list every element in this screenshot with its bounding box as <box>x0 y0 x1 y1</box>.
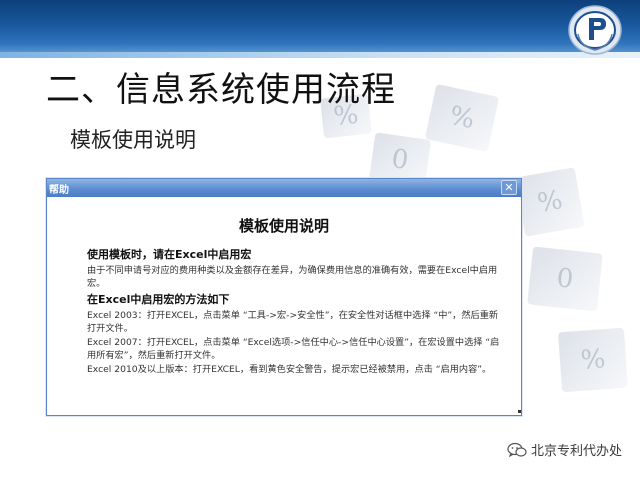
close-button[interactable]: ✕ <box>501 180 517 195</box>
decor-cube: % <box>424 83 500 153</box>
footer-brand: 北京专利代办处 <box>507 440 622 459</box>
decor-cube: % <box>515 167 585 237</box>
decor-cube: % <box>557 327 629 393</box>
header-band <box>0 0 640 58</box>
section-heading: 使用模板时，请在Excel中启用宏 <box>87 248 252 261</box>
section-paragraph: Excel 2010及以上版本：打开EXCEL，看到黄色安全警告，提示宏已经被禁… <box>87 364 492 375</box>
dialog-title: 帮助 <box>49 185 69 196</box>
slide-subtitle: 模板使用说明 <box>70 128 196 152</box>
close-icon: ✕ <box>504 181 514 194</box>
section-paragraph: Excel 2007：打开EXCEL，点击菜单 “Excel选项->信任中心->… <box>87 337 500 361</box>
footer-brand-text: 北京专利代办处 <box>530 444 622 459</box>
dialog-body: 模板使用说明 使用模板时，请在Excel中启用宏 由于不同申请号对应的费用种类以… <box>47 215 521 376</box>
section-heading: 在Excel中启用宏的方法如下 <box>87 293 230 306</box>
slide-title: 二、信息系统使用流程 <box>46 70 396 110</box>
section-paragraph: Excel 2003：打开EXCEL，点击菜单 “工具->宏->安全性”，在安全… <box>87 310 499 334</box>
section-paragraph: 由于不同申请号对应的费用种类以及金额存在差异，为确保费用信息的准确有效，需要在E… <box>87 265 498 289</box>
dialog-heading: 模板使用说明 <box>238 217 329 235</box>
header-stripe <box>0 52 640 58</box>
logo-emblem <box>568 5 622 55</box>
dialog-titlebar: 帮助 ✕ <box>47 179 521 197</box>
decor-cube: 0 <box>527 246 603 312</box>
help-dialog: 帮助 ✕ 模板使用说明 使用模板时，请在Excel中启用宏 由于不同申请号对应的… <box>46 178 522 416</box>
wechat-icon <box>507 442 527 457</box>
corner-dot <box>518 410 521 413</box>
